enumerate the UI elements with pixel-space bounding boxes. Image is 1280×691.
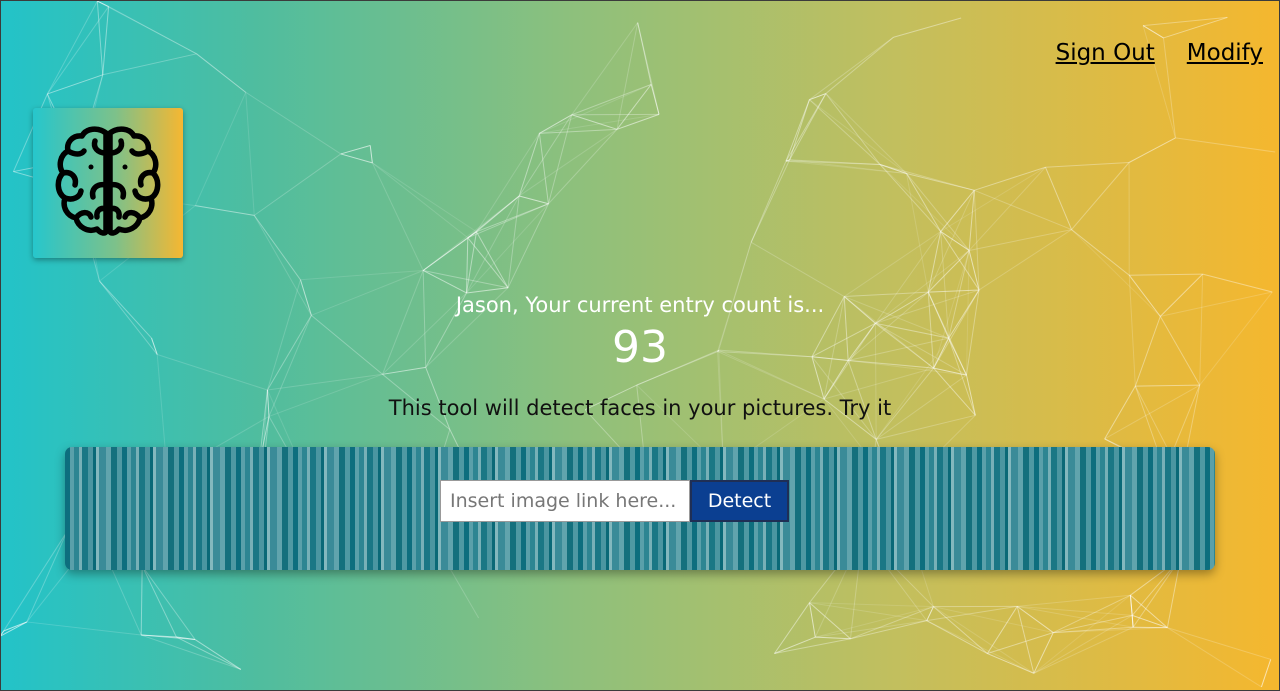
sign-out-link[interactable]: Sign Out — [1056, 40, 1155, 66]
top-navigation: Sign Out Modify — [1056, 40, 1263, 66]
image-link-form: Detect — [440, 480, 789, 522]
entry-count-message: Jason, Your current entry count is... — [455, 293, 825, 317]
modify-link[interactable]: Modify — [1187, 40, 1263, 66]
brain-icon — [55, 126, 161, 236]
entry-count-value: 93 — [612, 322, 668, 373]
image-link-input[interactable] — [440, 480, 690, 522]
entry-rank: Jason, Your current entry count is... 93 — [0, 290, 1280, 374]
logo — [33, 108, 183, 258]
detect-button[interactable]: Detect — [690, 480, 789, 522]
tool-description: This tool will detect faces in your pict… — [388, 396, 892, 420]
